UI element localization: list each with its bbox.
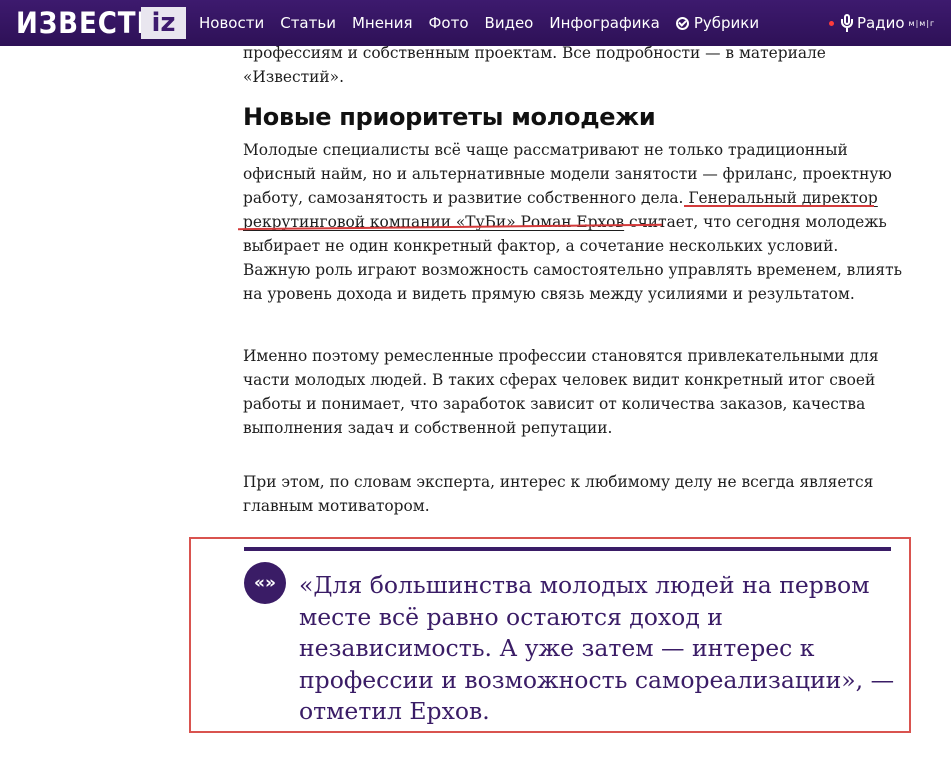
nav-item-video[interactable]: Видео [485, 14, 534, 32]
nav-item-photo[interactable]: Фото [429, 14, 469, 32]
section-heading: Новые приоритеты молодежи [243, 103, 656, 131]
nav-item-articles[interactable]: Статьи [280, 14, 336, 32]
check-circle-icon [675, 16, 689, 30]
radio-link[interactable]: Радио м|м|г [829, 0, 935, 46]
rubrics-label: Рубрики [693, 14, 760, 32]
paragraph-1: Молодые специалисты всё чаще рассматрива… [243, 138, 908, 306]
quote-marks-icon: «» [244, 562, 286, 604]
paragraph-3: При этом, по словам эксперта, интерес к … [243, 473, 874, 515]
nav-item-news[interactable]: Новости [199, 14, 264, 32]
site-logo[interactable]: ИЗВЕСТИЯ iz [16, 5, 198, 41]
intro-paragraph: профессиям и собственным проектам. Все п… [243, 44, 826, 86]
nav-item-opinions[interactable]: Мнения [352, 14, 413, 32]
annotation-underline-1 [684, 205, 874, 207]
microphone-icon [840, 14, 854, 32]
radio-label: Радио [857, 14, 905, 32]
live-dot-icon [829, 20, 834, 26]
quote-top-rule [244, 547, 891, 551]
nav-item-infographics[interactable]: Инфографика [549, 14, 659, 32]
logo-badge: iz [141, 7, 186, 39]
main-nav: Новости Статьи Мнения Фото Видео Инфогра… [199, 0, 775, 46]
nav-item-rubrics[interactable]: Рубрики [675, 14, 760, 32]
paragraph-2: Именно поэтому ремесленные профессии ста… [243, 347, 879, 437]
pull-quote: «Для большинства молодых людей на первом… [299, 571, 895, 725]
radio-brand-mark: м|м|г [908, 18, 936, 28]
top-navigation-bar: ИЗВЕСТИЯ iz Новости Статьи Мнения Фото В… [0, 0, 951, 46]
